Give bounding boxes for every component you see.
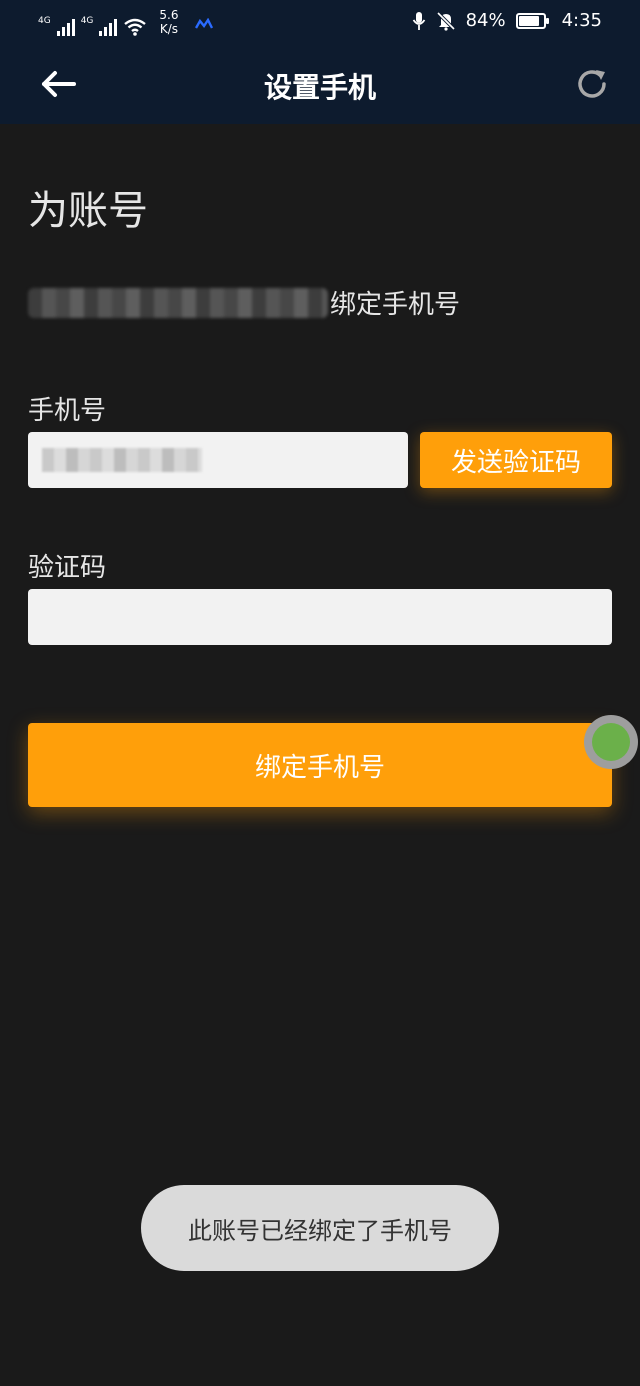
bind-phone-button[interactable]: 绑定手机号 [28, 723, 612, 807]
refresh-button[interactable] [572, 64, 612, 104]
redacted-phone-number [42, 448, 202, 472]
app-notification-icon [194, 18, 213, 29]
battery-percent: 84% [465, 10, 506, 31]
network-label-1: 4G [38, 16, 51, 26]
battery-icon [515, 12, 549, 29]
signal-icon-2 [99, 18, 118, 36]
account-line: 绑定手机号 [28, 284, 460, 321]
mic-icon [412, 11, 425, 30]
floating-ball-core [592, 723, 630, 761]
status-right: 84% 4:35 [412, 10, 602, 31]
toast-message: 此账号已经绑定了手机号 [141, 1185, 499, 1271]
floating-assistant-ball[interactable] [584, 715, 638, 769]
redacted-account-name [28, 287, 328, 318]
code-input[interactable] [28, 589, 612, 645]
battery-fill [518, 15, 539, 26]
bell-muted-icon [436, 11, 455, 31]
signal-icon [56, 18, 75, 36]
phone-label: 手机号 [28, 396, 107, 426]
network-speed: 5.6 K/s [159, 8, 178, 36]
speed-value: 5.6 [159, 8, 179, 22]
phone-input[interactable] [28, 432, 408, 488]
top-bar: 4G 4G 5.6 K/s 84% 4:35 设置手机 [0, 0, 640, 124]
refresh-icon [578, 70, 606, 98]
code-label: 验证码 [28, 553, 107, 583]
bind-suffix-text: 绑定手机号 [330, 290, 461, 320]
status-left: 4G 4G 5.6 K/s [38, 8, 213, 36]
form-heading: 为账号 [28, 188, 148, 234]
status-bar: 4G 4G 5.6 K/s 84% 4:35 [0, 0, 640, 46]
wifi-icon [124, 18, 147, 36]
clock: 4:35 [561, 10, 602, 31]
app-header: 设置手机 [0, 46, 640, 124]
send-code-button[interactable]: 发送验证码 [420, 432, 612, 488]
speed-unit: K/s [159, 22, 179, 36]
screen: 4G 4G 5.6 K/s 84% 4:35 设置手机 为账号 绑定手机号 手机… [0, 0, 640, 1386]
page-title: 设置手机 [263, 71, 376, 104]
network-label-2: 4G [80, 16, 94, 26]
